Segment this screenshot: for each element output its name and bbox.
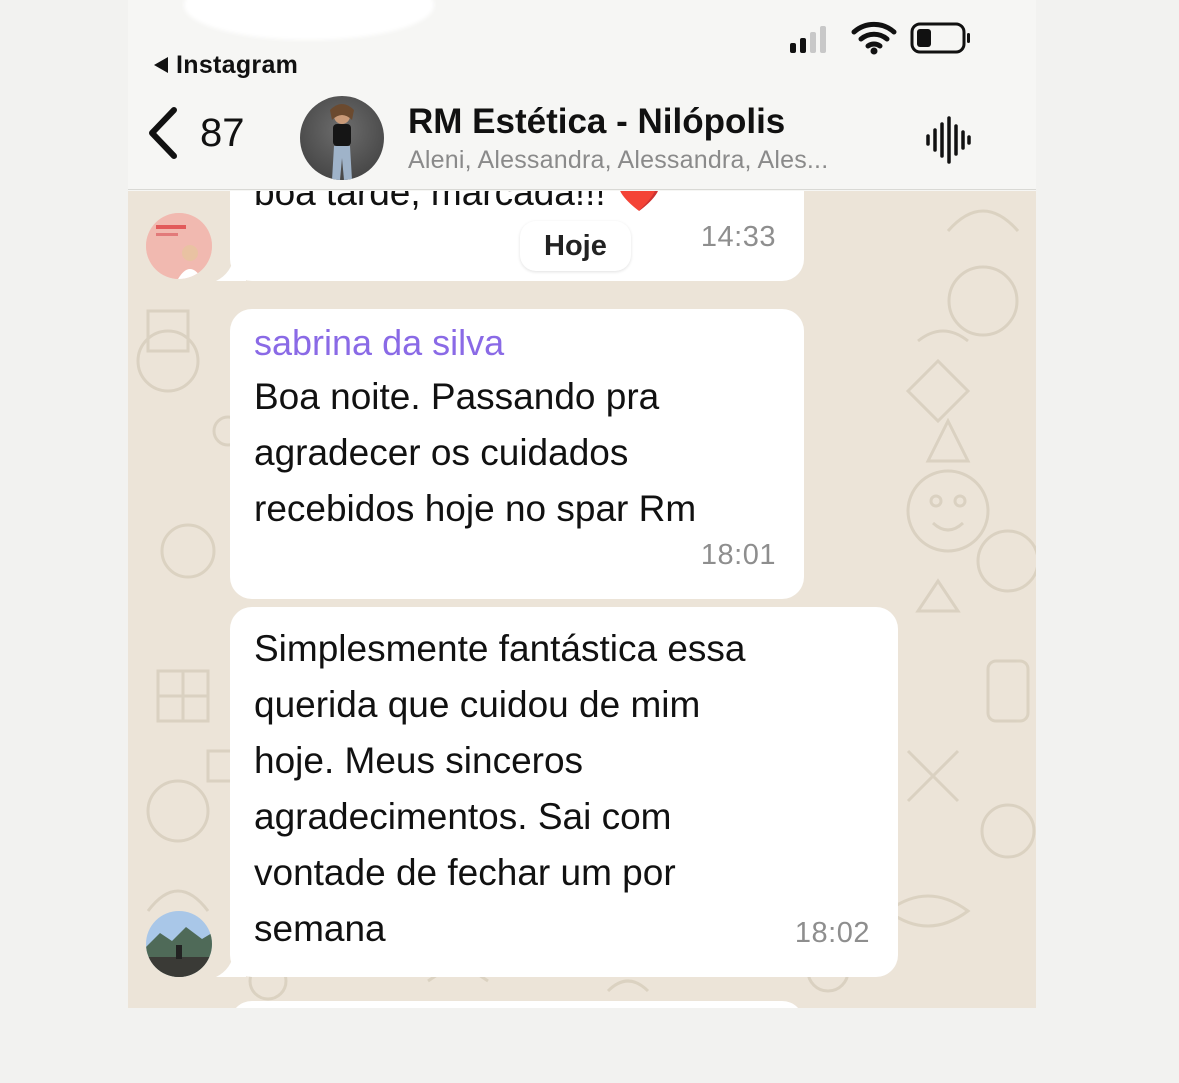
sender-avatar[interactable] bbox=[146, 911, 212, 977]
message-time: 14:33 bbox=[700, 221, 776, 253]
bubble-tail bbox=[216, 255, 246, 281]
profile-photo-icon bbox=[146, 213, 212, 279]
message-text: boa tarde, marcada!!! ❤️ bbox=[254, 191, 662, 221]
bubble-tail bbox=[216, 951, 246, 977]
date-divider-pill: Hoje bbox=[520, 221, 631, 271]
chat-messages-area[interactable]: boa tarde, marcada!!! ❤️ 14:33 Hoje sabr… bbox=[128, 191, 1036, 1008]
message-text: Boa noite. Passando pra agradecer os cui… bbox=[254, 376, 697, 529]
message-time: 18:02 bbox=[794, 917, 870, 949]
message-bubble[interactable]: sabrina da silva Boa noite. Passando pra… bbox=[230, 309, 804, 599]
message-text: Simplesmente fantástica essa querida que… bbox=[254, 628, 746, 949]
person-photo-icon bbox=[330, 104, 354, 180]
sender-name[interactable]: sabrina da silva bbox=[254, 321, 504, 365]
unread-count: 87 bbox=[200, 110, 245, 155]
chat-title[interactable]: RM Estética - Nilópolis bbox=[408, 102, 785, 142]
cellular-signal-icon bbox=[790, 25, 826, 53]
chat-participants[interactable]: Aleni, Alessandra, Alessandra, Ales... bbox=[408, 146, 828, 175]
voice-chat-icon[interactable] bbox=[924, 116, 972, 164]
chevron-left-icon bbox=[149, 107, 177, 159]
heart-emoji: ❤️ bbox=[615, 191, 663, 213]
message-bubble[interactable]: Simplesmente fantástica essa querida que… bbox=[216, 607, 898, 977]
message-partial-text: boa tarde, marcada!!! bbox=[254, 191, 616, 213]
message-bubble[interactable] bbox=[230, 1001, 804, 1008]
status-bar-blur bbox=[184, 0, 434, 40]
phone-screen: Instagram 87 RM Estética - Nilópolis Ale… bbox=[128, 0, 1036, 1008]
battery-icon bbox=[910, 22, 970, 54]
back-app-label: Instagram bbox=[176, 50, 299, 79]
back-to-instagram-link[interactable]: Instagram bbox=[154, 50, 298, 80]
message-bubble[interactable]: boa tarde, marcada!!! ❤️ 14:33 bbox=[216, 191, 804, 281]
wifi-icon bbox=[851, 21, 897, 55]
chat-header: 87 RM Estética - Nilópolis Aleni, Alessa… bbox=[128, 86, 1036, 190]
back-button[interactable]: 87 bbox=[146, 106, 245, 160]
back-arrow-icon bbox=[154, 57, 168, 73]
profile-photo-icon bbox=[146, 911, 212, 977]
message-time: 18:01 bbox=[700, 539, 776, 571]
sender-avatar[interactable] bbox=[146, 213, 212, 279]
group-avatar[interactable] bbox=[300, 96, 384, 180]
